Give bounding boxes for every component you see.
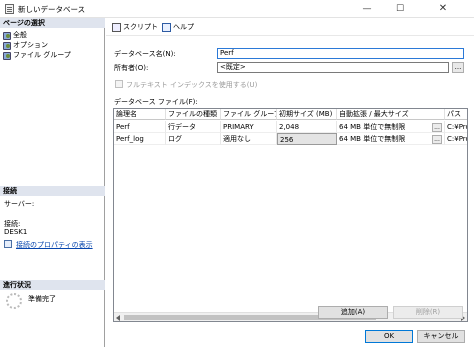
db-name-label: データベース名(N): (114, 50, 176, 58)
cell-filegroup[interactable]: PRIMARY (221, 121, 277, 133)
connection-properties-icon (4, 240, 12, 248)
cancel-button[interactable]: キャンセル (417, 330, 465, 343)
cell-path[interactable]: C:¥Prog (445, 121, 467, 133)
column-header-path[interactable]: パス (445, 109, 467, 120)
cell-autogrowth: 64 MB 単位で無制限 (337, 121, 445, 133)
nav-item-label: オプション (13, 40, 48, 49)
database-app-icon (5, 4, 14, 14)
progress-status: 準備完了 (28, 295, 56, 303)
fulltext-checkbox[interactable] (115, 80, 123, 88)
minimize-button[interactable]: — (352, 0, 382, 18)
cell-file-type[interactable]: 行データ (166, 121, 221, 133)
title-bar: 新しいデータベース — ☐ ✕ (0, 0, 474, 18)
help-button[interactable]: ヘルプ (162, 22, 194, 32)
owner-browse-button[interactable]: ... (452, 62, 464, 73)
column-header-file-type[interactable]: ファイルの種類 (166, 109, 221, 120)
cell-autogrowth: 64 MB 単位で無制限 (337, 133, 445, 145)
script-icon (112, 22, 121, 32)
scroll-left-icon[interactable] (116, 315, 120, 321)
maximize-button[interactable]: ☐ (385, 0, 415, 18)
column-header-autogrowth[interactable]: 自動拡張 / 最大サイズ (337, 109, 445, 120)
ok-button[interactable]: OK (365, 330, 413, 343)
help-icon (162, 22, 171, 32)
right-panel: スクリプト ヘルプ データベース名(N): Perf 所有者(O): <既定> … (106, 18, 474, 347)
page-icon (3, 31, 11, 40)
window-title: 新しいデータベース (18, 5, 86, 14)
cell-initial-size[interactable]: 2,048 (277, 121, 337, 133)
nav-item-label: 全般 (13, 30, 27, 39)
cell-file-type[interactable]: ログ (166, 133, 221, 145)
database-files-grid: 論理名 ファイルの種類 ファイル グループ 初期サイズ (MB) 自動拡張 / … (113, 108, 468, 322)
add-button[interactable]: 追加(A) (318, 306, 388, 319)
progress-spinner-icon (6, 293, 22, 309)
column-header-logical-name[interactable]: 論理名 (114, 109, 166, 120)
help-label: ヘルプ (173, 23, 194, 31)
owner-label: 所有者(O): (114, 64, 149, 72)
connection-header: 接続 (0, 186, 105, 196)
cell-filegroup[interactable]: 適用なし (221, 133, 277, 145)
autogrowth-edit-button[interactable]: ... (432, 135, 442, 144)
remove-button[interactable]: 削除(R) (393, 306, 463, 319)
cell-initial-size[interactable]: 256 (277, 133, 337, 145)
page-icon (3, 51, 11, 60)
nav-item-options[interactable]: オプション (3, 40, 48, 50)
server-label: サーバー: (4, 200, 35, 208)
fulltext-label: フルテキスト インデックスを使用する(U) (126, 81, 258, 89)
nav-item-filegroups[interactable]: ファイル グループ (3, 50, 71, 60)
db-name-input[interactable]: Perf (217, 48, 464, 59)
column-header-initial-size[interactable]: 初期サイズ (MB) (277, 109, 337, 120)
files-label: データベース ファイル(F): (114, 98, 198, 106)
script-label: スクリプト (123, 23, 158, 31)
autogrowth-edit-button[interactable]: ... (432, 123, 442, 132)
left-panel: ページの選択 全般 オプション ファイル グループ 接続 サーバー: 接続: D… (0, 18, 105, 347)
column-header-filegroup[interactable]: ファイル グループ (221, 109, 277, 120)
owner-input[interactable]: <既定> (217, 62, 449, 73)
script-button[interactable]: スクリプト (112, 22, 168, 32)
close-button[interactable]: ✕ (428, 0, 458, 18)
nav-item-label: ファイル グループ (13, 50, 71, 59)
page-select-header: ページの選択 (0, 18, 105, 28)
cell-logical-name[interactable]: Perf_log (114, 133, 166, 145)
cell-logical-name[interactable]: Perf (114, 121, 166, 133)
toolbar: スクリプト ヘルプ (106, 18, 474, 36)
nav-item-general[interactable]: 全般 (3, 30, 27, 40)
connection-properties-link[interactable]: 接続のプロパティの表示 (16, 240, 93, 250)
page-icon (3, 41, 11, 50)
connection-value: DESK1 (4, 228, 28, 236)
progress-header: 進行状況 (0, 280, 105, 290)
cell-path[interactable]: C:¥Prog (445, 133, 467, 145)
